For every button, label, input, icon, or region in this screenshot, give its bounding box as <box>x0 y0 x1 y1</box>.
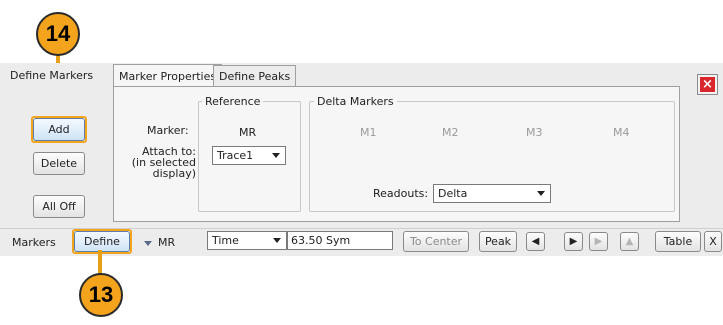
attach-to-label: Attach to: (in selected display) <box>131 145 196 180</box>
all-off-button[interactable]: All Off <box>33 195 85 218</box>
callout-13-badge: 13 <box>79 273 123 317</box>
readouts-value: Delta <box>438 187 468 200</box>
move-up-button[interactable]: ▲ <box>620 232 639 251</box>
x-button[interactable]: X <box>704 231 722 252</box>
marker-position-input[interactable]: 63.50 Sym <box>287 231 393 250</box>
next-peak-button[interactable]: ▶ <box>564 232 583 251</box>
mode-select-value: Time <box>212 234 239 247</box>
add-button-highlight <box>31 116 87 143</box>
delta-marker-m3: M3 <box>526 126 543 139</box>
close-panel-button[interactable]: × <box>697 74 718 95</box>
prev-peak-button[interactable]: ◀ <box>526 232 545 251</box>
chevron-down-icon <box>144 240 152 246</box>
mode-select[interactable]: Time <box>207 231 287 250</box>
marker-label: Marker: <box>147 124 189 137</box>
marker-select-value: MR <box>158 236 176 249</box>
chevron-down-icon <box>537 191 545 196</box>
attach-to-select[interactable]: Trace1 <box>212 146 286 165</box>
tab-define-peaks[interactable]: Define Peaks <box>213 65 297 86</box>
delta-marker-m2: M2 <box>442 126 459 139</box>
chevron-down-icon <box>272 153 280 158</box>
close-icon: × <box>700 77 715 92</box>
to-center-button[interactable]: To Center <box>403 231 469 252</box>
delta-marker-m4: M4 <box>613 126 630 139</box>
marker-select[interactable]: MR <box>144 236 175 249</box>
peak-button[interactable]: Peak <box>479 231 517 252</box>
panel-title: Define Markers <box>10 69 94 82</box>
delete-button[interactable]: Delete <box>33 152 85 175</box>
define-button-highlight <box>72 229 132 254</box>
delta-markers-group-title: Delta Markers <box>314 95 397 108</box>
chevron-down-icon <box>273 238 281 243</box>
callout-14-badge: 14 <box>36 12 80 56</box>
attach-to-value: Trace1 <box>217 149 254 162</box>
readouts-select[interactable]: Delta <box>433 184 551 203</box>
tab-marker-properties[interactable]: Marker Properties <box>113 64 223 87</box>
reference-marker-value: MR <box>239 126 257 139</box>
readouts-label: Readouts: <box>373 187 429 200</box>
markers-label: Markers <box>12 236 56 249</box>
table-button[interactable]: Table <box>655 231 701 252</box>
delta-marker-m1: M1 <box>360 126 377 139</box>
reference-group-title: Reference <box>202 95 264 108</box>
move-right-button[interactable]: ▶ <box>589 232 608 251</box>
